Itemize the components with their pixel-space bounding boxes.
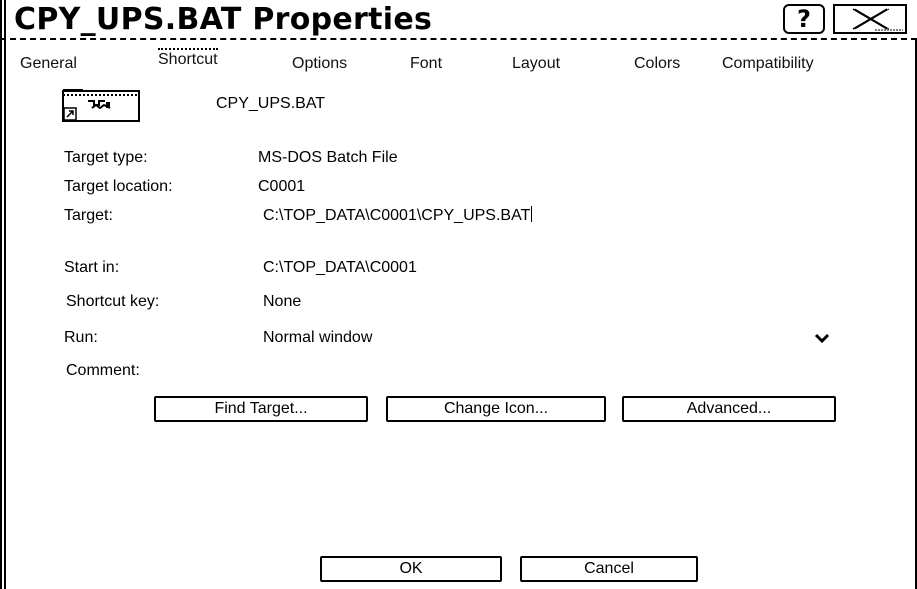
tab-strip: General Shortcut Options Font Layout Col… (0, 48, 917, 76)
comment-field[interactable] (263, 361, 803, 381)
tab-compatibility[interactable]: Compatibility (722, 54, 814, 74)
close-icon (852, 8, 903, 31)
target-location-value: C0001 (258, 178, 306, 195)
change-icon-button[interactable]: Change Icon... (386, 396, 606, 422)
window-title: CPY_UPS.BAT Properties (14, 2, 433, 37)
shortcut-key-label: Shortcut key: (66, 293, 160, 310)
window-left-border (0, 0, 6, 589)
target-field-text: C:\TOP_DATA\C0001\CPY_UPS.BAT (263, 207, 531, 224)
shortcut-key-field[interactable]: None (263, 292, 301, 312)
help-button[interactable]: ? (783, 4, 825, 34)
target-label: Target: (64, 207, 113, 224)
start-in-label: Start in: (64, 259, 120, 276)
find-target-button[interactable]: Find Target... (154, 396, 368, 422)
tab-general[interactable]: General (20, 54, 77, 74)
run-label: Run: (64, 329, 98, 346)
tab-shortcut[interactable]: Shortcut (158, 48, 218, 70)
tab-layout[interactable]: Layout (512, 54, 560, 74)
title-bar[interactable]: CPY_UPS.BAT Properties ? (0, 0, 917, 40)
tab-options[interactable]: Options (292, 54, 347, 74)
start-in-field[interactable]: C:\TOP_DATA\C0001 (263, 258, 417, 278)
run-select[interactable]: Normal window (263, 328, 372, 348)
tab-colors[interactable]: Colors (634, 54, 680, 74)
cancel-button[interactable]: Cancel (520, 556, 698, 582)
close-button[interactable] (833, 4, 907, 34)
properties-dialog: CPY_UPS.BAT Properties ? General Shortcu… (0, 0, 917, 589)
target-field[interactable]: C:\TOP_DATA\C0001\CPY_UPS.BAT (263, 206, 533, 226)
tab-font[interactable]: Font (410, 54, 442, 74)
text-cursor (531, 206, 533, 222)
target-type-label: Target type: (64, 149, 148, 166)
chevron-down-icon[interactable] (814, 332, 830, 344)
ok-button[interactable]: OK (320, 556, 502, 582)
comment-label: Comment: (66, 362, 140, 379)
advanced-button[interactable]: Advanced... (622, 396, 836, 422)
target-type-value: MS-DOS Batch File (258, 149, 398, 166)
batch-file-shortcut-icon (62, 88, 140, 122)
target-location-label: Target location: (64, 178, 173, 195)
file-name: CPY_UPS.BAT (216, 95, 326, 112)
